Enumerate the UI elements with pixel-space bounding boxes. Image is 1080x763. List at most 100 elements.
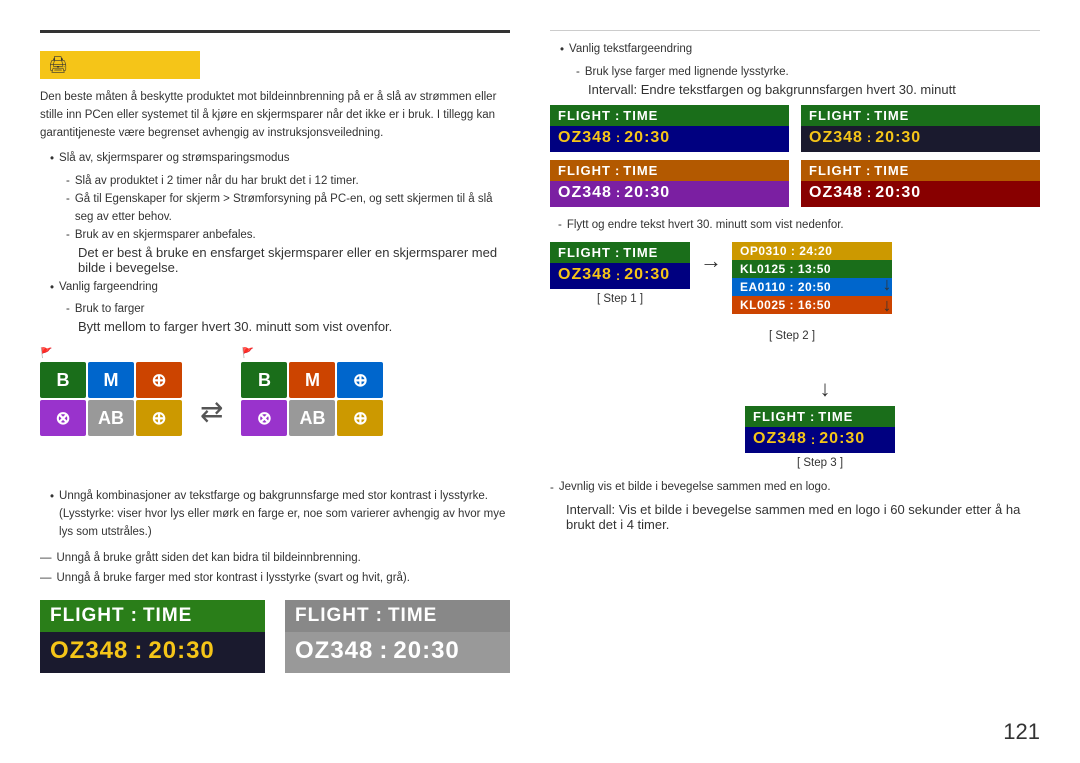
color-grid-section: 🚩 BM⊕⊗AB⊕ ⇄ 🚩 BM⊕⊗AB⊕ — [40, 348, 510, 474]
step1-colon-h: : — [615, 245, 619, 260]
step-note-text: Flytt og endre tekst hvert 30. minutt so… — [567, 217, 844, 235]
bottom-dot-1: - — [550, 480, 554, 498]
grid-cell-2: ⊕ — [337, 362, 383, 398]
right-fd-2-1-time: 20:30 — [624, 184, 670, 202]
step1-block: FLIGHT : TIME OZ348 : 20:30 [ Step 1 ] — [550, 242, 690, 305]
dash: - — [66, 173, 70, 191]
right-fd-2-2-word: TIME — [874, 163, 909, 178]
right-fd-2-2-header: FLIGHT : TIME — [801, 160, 1040, 181]
right-fd-2-2-time: 20:30 — [875, 184, 921, 202]
step2-label: [ Step 2 ] — [769, 330, 815, 342]
grid-right-wrapper: 🚩 BM⊕⊗AB⊕ — [241, 348, 383, 474]
right-fd-1-2: FLIGHT : TIME OZ348 : 20:30 — [801, 105, 1040, 152]
grid-cell-3: ⊗ — [40, 400, 86, 436]
step2-block: OP0310 : 24:20 KL0125 : 13:50 EA0110 : 2… — [732, 242, 892, 372]
bottom-bullet-1: - Jevnlig vis et bilde i bevegelse samme… — [550, 479, 1040, 498]
grid-cell-0: B — [241, 362, 287, 398]
right-fd-1-1-colon-b: : — [616, 130, 620, 145]
right-sub-list: - Bruk lyse farger med lignende lysstyrk… — [576, 64, 1040, 97]
em-dash-icon-2: — — [40, 570, 52, 588]
right-fd-2-2-body: OZ348 : 20:30 — [801, 181, 1040, 207]
right-note1-dash2-wrap: Intervall: Endre tekstfargen og bakgrunn… — [588, 82, 1040, 97]
bullet-item-1: • Slå av, skjermsparer og strømsparingsm… — [50, 150, 510, 169]
em-dash-icon: — — [40, 550, 52, 568]
right-fd-1-2-time: 20:30 — [875, 129, 921, 147]
fd-gray-colon-b: : — [379, 637, 387, 665]
right-fd-1-2-colon-b: : — [867, 130, 871, 145]
dash: - — [66, 227, 70, 245]
fd-dark-colon-h: : — [131, 605, 137, 627]
right-fd-1-2-title: FLIGHT — [809, 108, 862, 123]
bottom-note2-wrap: Intervall: Vis et bilde i bevegelse samm… — [566, 502, 1040, 532]
fd-dark-header: FLIGHT : TIME — [40, 600, 265, 632]
grid-cell-2: ⊕ — [136, 362, 182, 398]
step2-text-4: KL0025 : 16:50 — [740, 298, 831, 312]
top-rule — [40, 30, 510, 33]
step3-label: [ Step 3 ] — [797, 457, 843, 469]
right-note1: Vanlig tekstfargeendring — [569, 41, 692, 59]
right-fd-2-1-body: OZ348 : 20:30 — [550, 181, 789, 207]
avoid-note-3: Unngå å bruke farger med stor kontrast i… — [57, 570, 410, 588]
grid-right-flag: 🚩 — [241, 348, 253, 359]
sub-item-1-1: - Slå av produktet i 2 timer når du har … — [66, 173, 510, 191]
color-grid-right: BM⊕⊗AB⊕ — [241, 362, 383, 474]
bullet-dot: • — [50, 151, 54, 169]
step2-text-2: KL0125 : 13:50 — [740, 262, 831, 276]
avoid-dashed-3: — Unngå å bruke farger med stor kontrast… — [40, 570, 510, 588]
right-fd-1-1-word: TIME — [623, 108, 658, 123]
step2-row-4: KL0025 : 16:50 — [732, 296, 892, 314]
fd-gray-colon-h: : — [376, 605, 382, 627]
bottom-flight-displays: FLIGHT : TIME OZ348 : 20:30 FLIGHT : TIM… — [40, 600, 510, 673]
steps-row-1-2: FLIGHT : TIME OZ348 : 20:30 [ Step 1 ] → — [550, 242, 1040, 372]
grid-cell-3: ⊗ — [241, 400, 287, 436]
grid-left-flag: 🚩 — [40, 348, 52, 359]
sub-text-2-1b-wrap: Bytt mellom to farger hvert 30. minutt s… — [78, 319, 510, 334]
right-fd-2-2-title: FLIGHT — [809, 163, 862, 178]
step3-time: 20:30 — [819, 430, 865, 448]
bullet-dot-2: • — [50, 280, 54, 298]
arrow-section: ⇄ — [200, 395, 223, 428]
step3-display: FLIGHT : TIME OZ348 : 20:30 — [745, 406, 895, 453]
swap-arrow-icon: ⇄ — [200, 395, 223, 428]
grid-cell-4: AB — [289, 400, 335, 436]
step1-display: FLIGHT : TIME OZ348 : 20:30 — [550, 242, 690, 289]
step1-header: FLIGHT : TIME — [550, 242, 690, 263]
color-grid-left: BM⊕⊗AB⊕ — [40, 362, 182, 474]
right-fd-1-2-value: OZ348 — [809, 129, 863, 147]
sub-text-2-1: Bruk to farger — [75, 301, 145, 319]
sub-text-1-3: Bruk av en skjermsparer anbefales. — [75, 227, 256, 245]
grid-left-wrapper: 🚩 BM⊕⊗AB⊕ — [40, 348, 182, 474]
grid-right-label: 🚩 — [241, 348, 383, 359]
fd-dark-value: OZ348 — [50, 637, 128, 665]
avoid-item-1: • Unngå kombinasjoner av tekstfarge og b… — [50, 488, 510, 541]
step3-body: OZ348 : 20:30 — [745, 427, 895, 453]
step-note-item: - Flytt og endre tekst hvert 30. minutt … — [558, 217, 1040, 235]
fd-dark-colon-b: : — [134, 637, 142, 665]
step1-title: FLIGHT — [558, 245, 611, 260]
fd-gray-body: OZ348 : 20:30 — [285, 632, 510, 673]
right-bullet-dot: • — [560, 42, 564, 60]
step3-title: FLIGHT — [753, 409, 806, 424]
step2-row-2: KL0125 : 13:50 — [732, 260, 892, 278]
bottom-note2: Intervall: Vis et bilde i bevegelse samm… — [566, 502, 1020, 532]
right-fd-1-2-body: OZ348 : 20:30 — [801, 126, 1040, 152]
step2-arrows: ↓ ↓ — [883, 274, 892, 316]
fd-dark-body: OZ348 : 20:30 — [40, 632, 265, 673]
sub-text-1-2: Gå til Egenskaper for skjerm > Strømfors… — [75, 191, 510, 227]
right-fd-2-2-colon-b: : — [867, 185, 871, 200]
fd-gray-header: FLIGHT : TIME — [285, 600, 510, 632]
bullet-dot-a1: • — [50, 489, 54, 507]
step3-block: FLIGHT : TIME OZ348 : 20:30 [ Step 3 ] — [600, 406, 1040, 469]
right-fd-1-1-body: OZ348 : 20:30 — [550, 126, 789, 152]
step3-value: OZ348 — [753, 430, 807, 448]
right-fd-1-1: FLIGHT : TIME OZ348 : 20:30 — [550, 105, 789, 152]
left-column: 🖨 Den beste måten å beskytte produktet m… — [40, 30, 540, 743]
page-number: 121 — [1003, 719, 1040, 745]
step1-label: [ Step 1 ] — [597, 293, 643, 305]
sub-text-2-1b: Bytt mellom to farger hvert 30. minutt s… — [78, 319, 392, 334]
sub-text-1-3b-wrap: Det er best å bruke en ensfarget skjerms… — [78, 245, 510, 275]
step2-row-3: EA0110 : 20:50 — [732, 278, 892, 296]
fd-dark-title: FLIGHT — [50, 605, 125, 627]
bullet-label-2: Vanlig fargeendring — [59, 279, 158, 297]
grid-cell-5: ⊕ — [136, 400, 182, 436]
